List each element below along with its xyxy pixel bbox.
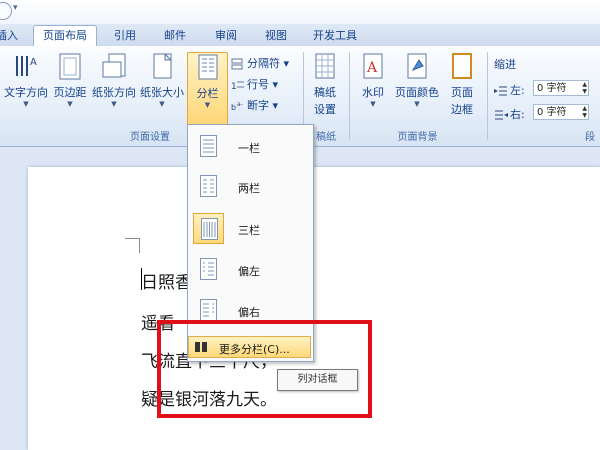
tab-mailings[interactable]: 邮件 xyxy=(157,26,193,45)
columns-option-two[interactable]: 两栏 xyxy=(189,168,310,206)
svg-text:A: A xyxy=(30,57,37,68)
spin-arrows-icon[interactable]: ▲ ▼ xyxy=(582,105,587,119)
indent-left-icon xyxy=(494,85,508,97)
page-borders-icon xyxy=(449,52,475,80)
line-numbers-icon: 1 xyxy=(231,79,245,92)
group-separator xyxy=(349,52,350,140)
tab-view[interactable]: 视图 xyxy=(258,26,294,45)
dropdown-arrow-icon: ▼ xyxy=(414,100,420,108)
tab-review[interactable]: 审阅 xyxy=(208,26,244,45)
dropdown-arrow-icon: ▾ xyxy=(272,99,279,112)
page-color-button[interactable]: 页面颜色 ▼ xyxy=(391,52,443,108)
tab-references[interactable]: 引用 xyxy=(107,26,143,45)
paper-size-icon xyxy=(149,52,175,80)
group-separator xyxy=(487,52,488,140)
columns-button[interactable]: 分栏 ▼ xyxy=(187,52,228,126)
hyphenation-icon: b a- xyxy=(231,100,245,112)
orientation-icon xyxy=(101,52,127,80)
one-column-icon xyxy=(193,131,224,162)
size-button[interactable]: 纸张大小 ▼ xyxy=(138,52,186,108)
quick-access-toolbar xyxy=(0,0,600,24)
breaks-icon xyxy=(231,58,245,70)
svg-text:b: b xyxy=(231,103,236,112)
three-columns-icon xyxy=(193,213,224,244)
svg-text:a-: a- xyxy=(237,101,243,108)
spin-arrows-icon[interactable]: ▲ ▼ xyxy=(582,81,587,95)
columns-icon xyxy=(195,53,221,81)
draft-settings-button[interactable]: 稿纸 设置 xyxy=(308,52,342,117)
paragraph-group-label: 段 xyxy=(585,132,595,143)
text-cursor xyxy=(141,268,142,290)
crop-mark xyxy=(139,238,140,253)
watermark-icon: A xyxy=(360,52,386,80)
svg-text:1: 1 xyxy=(231,82,237,91)
margins-icon xyxy=(57,52,83,80)
customize-quick-access-icon[interactable]: ▾ xyxy=(13,3,18,13)
page-color-icon xyxy=(404,52,430,80)
indent-left-label: 左: xyxy=(494,82,525,98)
hyphenation-button[interactable]: b a- 断字 ▾ xyxy=(231,97,278,113)
indent-right-input[interactable]: 0 字符 ▲ ▼ xyxy=(533,104,589,120)
dropdown-arrow-icon: ▼ xyxy=(159,100,165,108)
doc-line-1[interactable]: 日照香 xyxy=(141,268,192,293)
tab-insert[interactable]: 插入 xyxy=(0,26,22,45)
crop-mark xyxy=(125,238,140,239)
page-background-group-label: 页面背景 xyxy=(397,132,438,143)
columns-option-three[interactable]: 三栏 xyxy=(189,210,310,248)
dropdown-arrow-icon: ▼ xyxy=(111,100,117,108)
dropdown-arrow-icon: ▼ xyxy=(67,100,73,108)
two-columns-icon xyxy=(193,171,224,202)
columns-option-left[interactable]: 偏左 xyxy=(189,251,310,289)
tab-developer[interactable]: 开发工具 xyxy=(307,26,363,45)
dropdown-arrow-icon: ▼ xyxy=(204,101,211,109)
indent-left-input[interactable]: 0 字符 ▲ ▼ xyxy=(533,80,589,96)
text-direction-icon: A xyxy=(13,52,39,80)
tab-page-layout[interactable]: 页面布局 xyxy=(33,25,97,46)
indent-right-label: 右: xyxy=(494,106,525,122)
page-borders-button[interactable]: 页面 边框 xyxy=(445,52,479,117)
left-column-icon xyxy=(193,254,224,285)
svg-text:A: A xyxy=(366,60,378,76)
highlight-annotation-box xyxy=(157,320,372,418)
indent-title: 缩进 xyxy=(494,58,516,71)
margins-button[interactable]: 页边距 ▼ xyxy=(50,52,90,108)
columns-option-one[interactable]: 一栏 xyxy=(189,128,310,166)
dropdown-arrow-icon: ▾ xyxy=(283,57,290,70)
line-numbers-button[interactable]: 1 行号 ▾ xyxy=(231,76,278,92)
dropdown-arrow-icon: ▾ xyxy=(272,78,279,91)
orientation-button[interactable]: 纸张方向 ▼ xyxy=(90,52,138,108)
dropdown-arrow-icon: ▼ xyxy=(23,100,29,108)
indent-right-icon xyxy=(494,109,508,121)
text-direction-button[interactable]: A 文字方向 ▼ xyxy=(2,52,50,108)
dropdown-arrow-icon: ▼ xyxy=(370,100,376,108)
breaks-button[interactable]: 分隔符 ▾ xyxy=(231,55,289,71)
watermark-button[interactable]: A 水印 ▼ xyxy=(356,52,390,108)
draft-paper-icon xyxy=(312,52,338,80)
